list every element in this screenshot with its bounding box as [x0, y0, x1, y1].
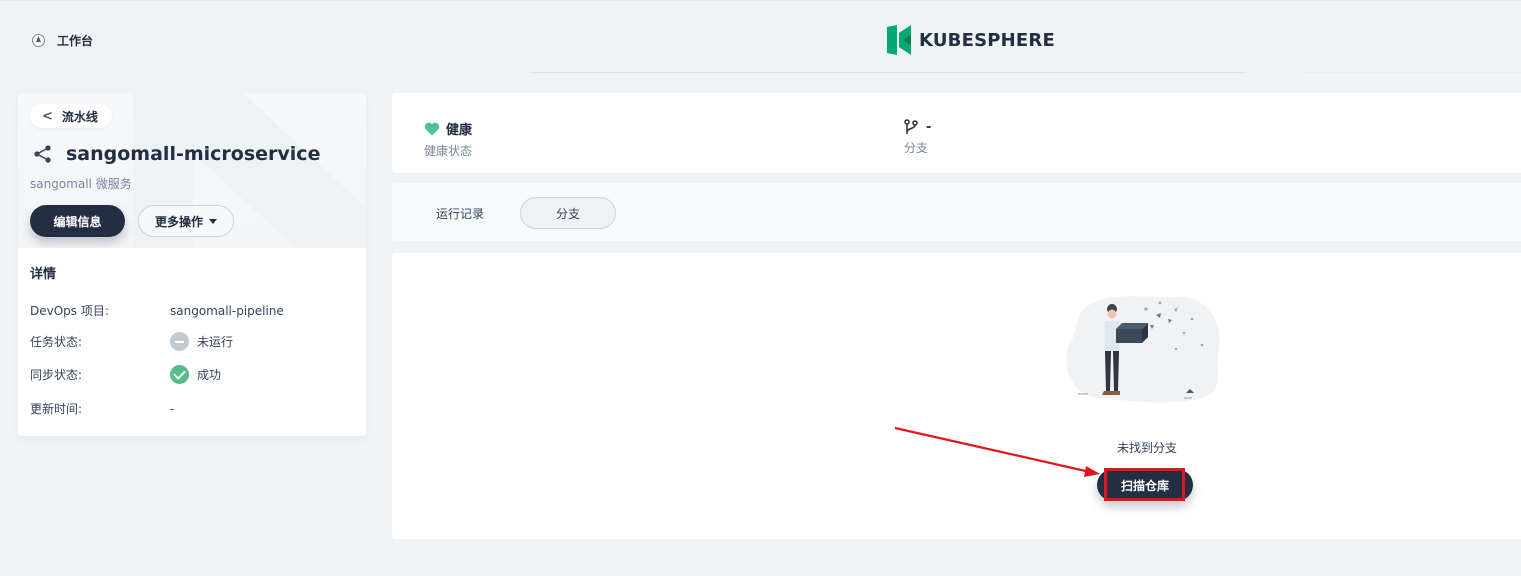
more-actions-label: 更多操作 — [154, 214, 203, 229]
pipeline-icon — [34, 145, 51, 163]
detail-key: 同步状态: — [30, 368, 83, 382]
empty-box-illustration — [1066, 296, 1220, 403]
empty-message: 未找到分支 — [1116, 441, 1177, 455]
workbench-link[interactable]: 工作台 — [32, 32, 93, 49]
branch-label: 分支 — [904, 141, 929, 155]
compass-icon — [32, 34, 45, 47]
detail-row-sync-status: 同步状态: 成功 — [30, 365, 221, 384]
kubesphere-logo[interactable]: KUBESPHERE — [885, 25, 1055, 55]
detail-key: 更新时间: — [30, 402, 83, 416]
pipeline-title: sangomall-microservice — [33, 143, 320, 165]
chevron-left-icon: < — [42, 108, 53, 124]
detail-value: 成功 — [197, 368, 222, 382]
edit-info-button[interactable]: 编辑信息 — [30, 205, 125, 237]
detail-value-wrap: 未运行 — [170, 332, 233, 351]
not-run-status-icon — [170, 332, 189, 351]
detail-row-task-status: 任务状态: 未运行 — [30, 332, 233, 351]
branches-content: 未找到分支 扫描仓库 — [392, 253, 1521, 539]
health-status: 健康 健康状态 — [424, 119, 472, 159]
tab-branches[interactable]: 分支 — [520, 197, 616, 229]
pipeline-description: sangomall 微服务 — [30, 177, 132, 191]
workbench-label: 工作台 — [57, 34, 94, 48]
health-label: 健康状态 — [424, 144, 473, 158]
branch-count: - 分支 — [904, 119, 931, 156]
topbar-divider-right — [1300, 72, 1521, 73]
topbar-divider — [530, 72, 1246, 73]
branch-icon — [904, 119, 918, 134]
caret-down-icon — [209, 218, 217, 224]
pipeline-header: < 流水线 sangomall-microservice sangomall 微… — [18, 93, 366, 248]
back-to-pipelines-button[interactable]: < 流水线 — [30, 104, 112, 128]
pipeline-summary-card: < 流水线 sangomall-microservice sangomall 微… — [18, 93, 366, 436]
scan-repository-button[interactable]: 扫描仓库 — [1097, 469, 1193, 501]
back-label: 流水线 — [61, 109, 98, 124]
health-value: 健康 — [446, 123, 473, 138]
pipeline-name: sangomall-microservice — [66, 143, 321, 165]
logo-text: KUBESPHERE — [919, 29, 1055, 51]
detail-row-devops-project: DevOps 项目: sangomall-pipeline — [30, 302, 284, 319]
more-actions-button[interactable]: 更多操作 — [138, 205, 234, 237]
detail-value: sangomall-pipeline — [170, 303, 284, 318]
branch-value: - — [926, 119, 932, 135]
detail-row-updated-time: 更新时间: - — [30, 400, 174, 417]
details-title: 详情 — [30, 267, 57, 282]
tabs-bar: 运行记录 分支 — [392, 183, 1521, 241]
pipeline-info-card: 健康 健康状态 - 分支 — [392, 93, 1521, 173]
detail-key: 任务状态: — [30, 335, 83, 349]
heart-icon — [424, 122, 440, 135]
kubesphere-logo-icon — [887, 25, 911, 55]
success-check-icon — [170, 365, 189, 384]
detail-key: DevOps 项目: — [30, 304, 109, 318]
top-bar: 工作台 KUBESPHERE — [0, 0, 1521, 78]
detail-value: 未运行 — [197, 335, 234, 349]
detail-value-wrap: 成功 — [170, 365, 221, 384]
detail-value: - — [170, 401, 175, 416]
tab-run-records[interactable]: 运行记录 — [422, 197, 498, 229]
